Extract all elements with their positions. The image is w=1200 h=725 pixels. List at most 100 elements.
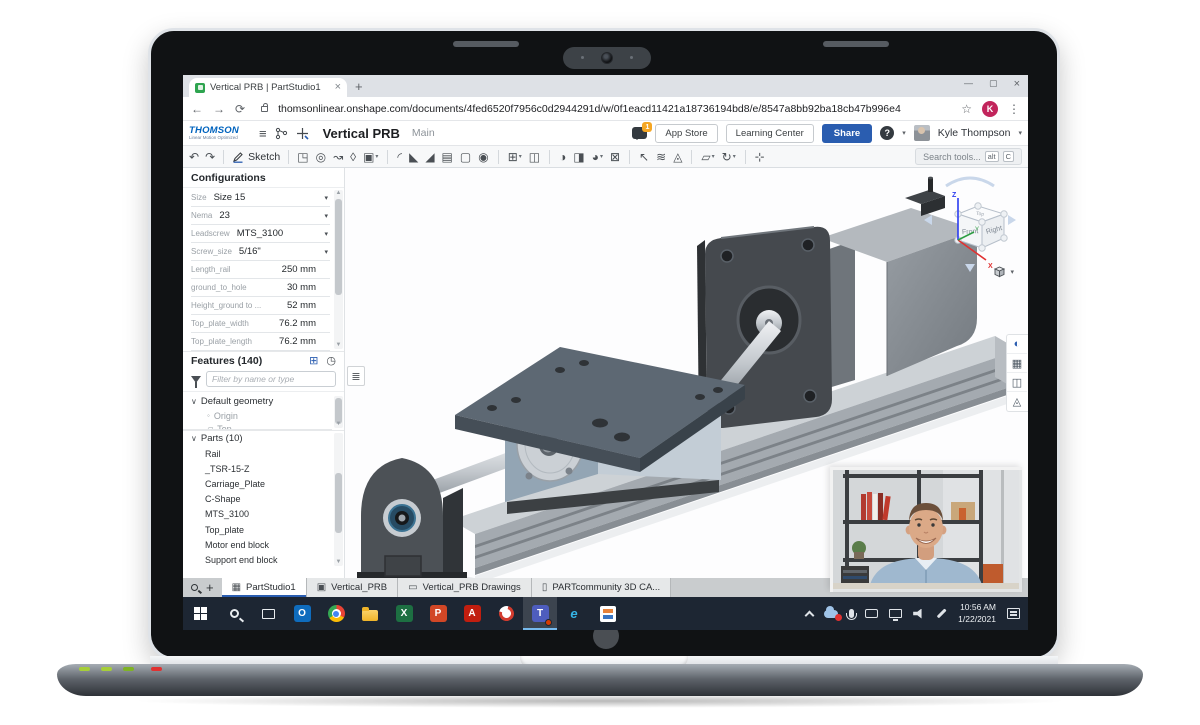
boolean-icon[interactable]: ◑	[559, 151, 566, 163]
helix-icon[interactable]: ↻▾	[722, 151, 736, 163]
volume-icon[interactable]	[913, 609, 925, 619]
part-item-support-end-block[interactable]: Support end block	[183, 552, 332, 567]
scroll-down-icon[interactable]: ▼	[334, 342, 343, 349]
doc-tab-partstudio1[interactable]: ▦PartStudio1	[222, 578, 307, 597]
reload-icon[interactable]: ⟳	[235, 103, 245, 115]
boss-icon[interactable]: ◬	[673, 151, 682, 163]
start-button[interactable]	[183, 597, 217, 630]
onedrive-icon[interactable]	[824, 610, 838, 618]
window-minimize-icon[interactable]: —	[964, 78, 973, 90]
url-field[interactable]: thomsonlinear.onshape.com/documents/4fed…	[278, 103, 951, 115]
loft-icon[interactable]: ◊	[350, 151, 356, 163]
draft-icon[interactable]: ◢	[425, 151, 434, 163]
tree-child-origin[interactable]: ◦Origin	[183, 409, 332, 422]
config-row-nema[interactable]: Nema23▾	[191, 207, 330, 225]
view-cube-top-label[interactable]: Top	[976, 211, 985, 218]
config-value[interactable]: MTS_3100	[237, 228, 283, 239]
hole-icon[interactable]: ◉	[478, 151, 488, 163]
part-item-rail[interactable]: Rail	[183, 446, 332, 461]
search-button[interactable]	[217, 597, 251, 630]
teams-icon[interactable]: T	[523, 597, 557, 630]
browser-tab[interactable]: Vertical PRB | PartStudio1 ×	[189, 78, 347, 97]
config-row-length-rail[interactable]: Length_rail250 mm	[191, 261, 330, 279]
tree-scroll-down-icon[interactable]: ▼	[334, 421, 343, 428]
config-row-top-plate-width[interactable]: Top_plate_width76.2 mm	[191, 315, 330, 333]
back-icon[interactable]: ←	[191, 103, 203, 115]
touchpad-icon[interactable]	[865, 609, 878, 618]
tree-scrollbar[interactable]: ▼	[334, 396, 343, 428]
fillet-icon[interactable]: ◜	[397, 151, 402, 163]
redo-icon[interactable]: ↷	[205, 151, 215, 163]
config-dropdown-caret-icon[interactable]: ▾	[324, 212, 328, 220]
feature-list-flyout-button[interactable]: ≣	[347, 366, 365, 386]
config-value[interactable]: 76.2 mm	[279, 318, 316, 329]
window-maximize-icon[interactable]: ▢	[989, 78, 998, 90]
config-row-size[interactable]: SizeSize 15▾	[191, 189, 330, 207]
view-options-button[interactable]: ▾	[992, 264, 1014, 279]
extrude-icon[interactable]: ◳	[297, 151, 308, 163]
file-explorer-icon[interactable]	[353, 597, 387, 630]
config-value[interactable]: 30 mm	[287, 282, 316, 293]
user-avatar[interactable]	[914, 125, 930, 141]
acrobat-icon[interactable]: A	[455, 597, 489, 630]
doc-tab-partcommunity-3d-ca-[interactable]: ▯PARTcommunity 3D CA...	[532, 578, 671, 597]
internet-explorer-icon[interactable]: e	[557, 597, 591, 630]
modify-fillet-icon[interactable]: ◕▾	[592, 151, 603, 163]
hidden-icons-chevron[interactable]	[806, 609, 813, 619]
task-view-button[interactable]	[251, 597, 285, 630]
action-center-icon[interactable]	[1007, 608, 1020, 619]
config-dropdown-caret-icon[interactable]: ▾	[324, 248, 328, 256]
delete-face-icon[interactable]: ⊠	[610, 151, 620, 163]
mirror-icon[interactable]: ◫	[529, 151, 540, 163]
user-name[interactable]: Kyle Thompson	[938, 127, 1011, 139]
split-icon[interactable]: ◨	[573, 151, 584, 163]
config-value[interactable]: 52 mm	[287, 300, 316, 311]
help-icon[interactable]: ?	[880, 126, 894, 140]
comments-icon[interactable]: 1	[632, 127, 647, 139]
browser-profile-avatar[interactable]: K	[982, 101, 998, 117]
offset-surface-icon[interactable]: ≋	[656, 151, 666, 163]
revolve-icon[interactable]: ◎	[316, 151, 326, 163]
parts-scrollbar[interactable]: ▼	[334, 433, 343, 566]
excel-icon[interactable]: X	[387, 597, 421, 630]
move-face-icon[interactable]: ↖	[639, 151, 649, 163]
display-icon[interactable]	[889, 609, 902, 618]
config-value[interactable]: 250 mm	[282, 264, 316, 275]
config-row-top-plate-length[interactable]: Top_plate_length76.2 mm	[191, 333, 330, 351]
bookmark-star-icon[interactable]: ☆	[961, 103, 972, 115]
config-value[interactable]: Size 15	[214, 192, 246, 203]
doc-tab-vertical-prb[interactable]: ▣Vertical_PRB	[307, 578, 398, 597]
microphone-icon[interactable]	[849, 609, 854, 618]
versions-icon[interactable]	[275, 127, 288, 140]
named-views-icon[interactable]: ▦	[1007, 354, 1027, 373]
parts-scroll-down-icon[interactable]: ▼	[334, 559, 343, 566]
sketch-button[interactable]: Sketch	[232, 151, 280, 163]
config-value[interactable]: 23	[219, 210, 230, 221]
part-item-motor-end-block[interactable]: Motor end block	[183, 537, 332, 552]
filter-input[interactable]: Filter by name or type	[206, 371, 336, 387]
tree-section-parts[interactable]: ∨ Parts (10)	[183, 431, 332, 446]
part-item-carriage-plate[interactable]: Carriage_Plate	[183, 476, 332, 491]
follow-mode-icon[interactable]	[296, 127, 309, 140]
view-cube[interactable]: Front Right Top Z X Y	[920, 176, 1020, 276]
appearance-panel-icon[interactable]: ◐	[1007, 335, 1027, 354]
tree-section-default-geometry[interactable]: ∨ Default geometry	[183, 394, 332, 409]
shell-icon[interactable]: ▢	[460, 151, 471, 163]
taskbar-clock[interactable]: 10:56 AM 1/22/2021	[958, 602, 996, 624]
learning-center-button[interactable]: Learning Center	[726, 124, 814, 143]
communicator-app-icon[interactable]	[489, 597, 523, 630]
config-row-ground-to-hole[interactable]: ground_to_hole30 mm	[191, 279, 330, 297]
config-dropdown-caret-icon[interactable]: ▾	[324, 194, 328, 202]
app-store-button[interactable]: App Store	[655, 124, 717, 143]
chamfer-icon[interactable]: ◣	[409, 151, 418, 163]
linear-pattern-icon[interactable]: ⊞▾	[508, 151, 522, 163]
isolate-icon[interactable]: ⊹	[755, 151, 765, 163]
part-item-top-plate[interactable]: Top_plate	[183, 522, 332, 537]
part-item--tsr-15-z[interactable]: _TSR-15-Z	[183, 461, 332, 476]
config-value[interactable]: 76.2 mm	[279, 336, 316, 347]
section-view-icon[interactable]: ◫	[1007, 373, 1027, 392]
new-tab-button[interactable]: +	[355, 79, 363, 94]
browser-menu-icon[interactable]: ⋮	[1008, 103, 1020, 115]
tree-child-top[interactable]: ▱Top	[183, 422, 332, 430]
main-menu-icon[interactable]: ≡	[259, 127, 267, 140]
